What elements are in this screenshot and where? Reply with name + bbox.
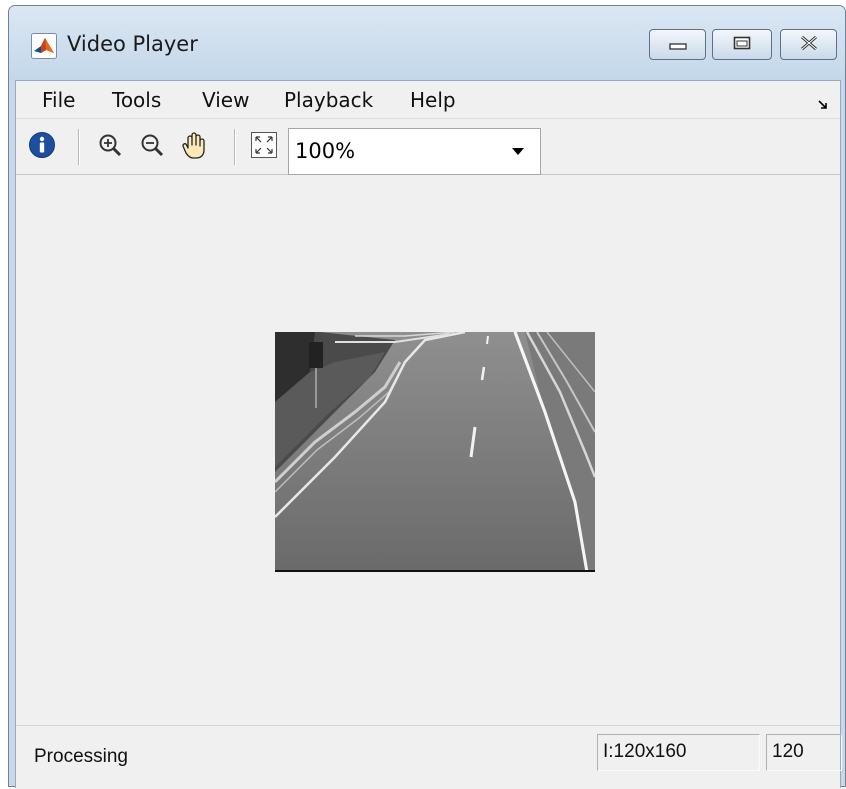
zoom-value: 100% [295, 139, 356, 163]
minimize-button[interactable] [649, 29, 706, 60]
maximize-icon [733, 35, 751, 54]
client-area: File Tools View Playback Help 100% Proce… [15, 80, 842, 789]
info-icon[interactable] [26, 129, 58, 161]
toolbar-separator [234, 129, 236, 165]
status-text: Processing [34, 746, 128, 767]
toolbar: 100% [16, 119, 840, 175]
video-frame [273, 330, 597, 573]
window-title: Video Player [67, 32, 198, 56]
menu-view[interactable]: View [198, 86, 253, 114]
zoom-out-icon[interactable] [136, 129, 168, 161]
menu-playback[interactable]: Playback [280, 86, 377, 114]
video-player-window: Video Player File Tools View Playback He… [8, 5, 846, 789]
frame-dimensions: I:120x160 [597, 734, 760, 771]
close-button[interactable] [780, 29, 837, 60]
maximize-button[interactable] [712, 29, 772, 60]
fit-to-window-icon[interactable] [248, 129, 280, 161]
title-bar[interactable]: Video Player [9, 6, 845, 80]
menu-file[interactable]: File [38, 86, 79, 114]
video-display-area [16, 176, 840, 725]
zoom-dropdown[interactable]: 100% [288, 128, 541, 175]
dock-arrow-icon[interactable] [818, 95, 828, 109]
menu-tools[interactable]: Tools [108, 86, 165, 114]
status-bar: Processing I:120x160 120 [16, 725, 842, 789]
pan-hand-icon[interactable] [178, 129, 210, 161]
matlab-icon [31, 33, 57, 59]
menu-bar: File Tools View Playback Help [16, 81, 840, 119]
minimize-icon [668, 35, 687, 54]
menu-help[interactable]: Help [406, 86, 460, 114]
chevron-down-icon[interactable] [512, 148, 524, 155]
zoom-in-icon[interactable] [94, 129, 126, 161]
close-icon [799, 35, 819, 55]
toolbar-separator [78, 129, 80, 165]
frame-counter: 120 [766, 734, 842, 771]
